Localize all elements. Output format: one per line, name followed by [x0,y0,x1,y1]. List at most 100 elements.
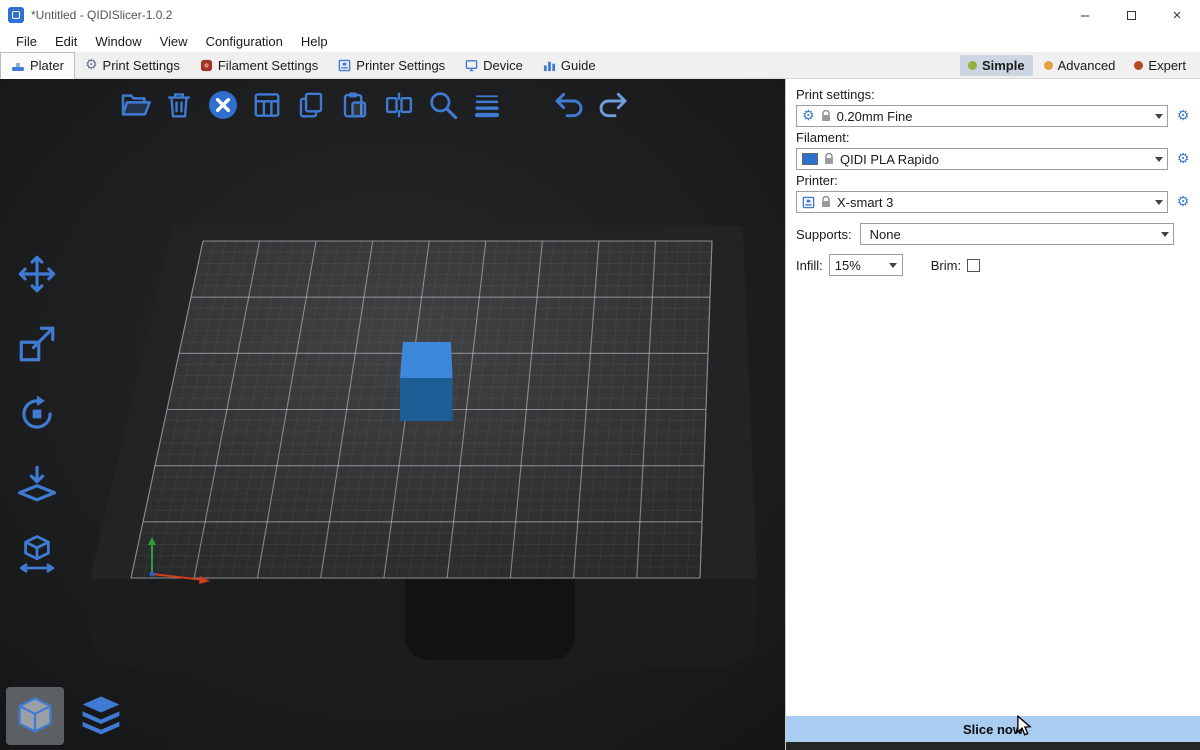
search-icon [427,89,459,121]
split-icon [384,90,414,120]
printer-icon [802,196,815,209]
tab-filament-settings[interactable]: Filament Settings [190,52,328,78]
close-button[interactable]: × [1154,0,1200,30]
minimize-button[interactable]: – [1062,0,1108,30]
mode-simple-label: Simple [982,58,1025,73]
menu-configuration[interactable]: Configuration [197,34,292,49]
layer-height-icon [472,90,502,120]
tab-device[interactable]: Device [455,52,533,78]
paste-button[interactable] [338,88,372,122]
measure-button[interactable] [13,531,61,577]
arrange-icon [252,90,282,120]
scale-icon [16,323,58,365]
scene-3d[interactable] [0,79,785,750]
arrange-button[interactable] [250,88,284,122]
delete-all-icon [207,89,239,121]
supports-combo[interactable]: None [860,223,1174,245]
menu-view[interactable]: View [151,34,197,49]
window-title: *Untitled - QIDISlicer-1.0.2 [31,8,172,22]
tab-plater[interactable]: Plater [0,52,75,79]
tab-guide-label: Guide [561,58,596,73]
preview-view-button[interactable] [72,687,130,745]
tab-printer-settings[interactable]: Printer Settings [328,52,455,78]
view-mode-buttons [6,687,130,745]
menubar: File Edit Window View Configuration Help [0,30,1200,52]
copy-button[interactable] [294,88,328,122]
tab-printer-settings-label: Printer Settings [356,58,445,73]
mode-expert-label: Expert [1148,58,1186,73]
tab-device-label: Device [483,58,523,73]
undo-button[interactable] [552,88,586,122]
slice-now-button[interactable]: Slice now [786,716,1200,742]
printer-combo[interactable]: X-smart 3 [796,191,1168,213]
delete-button[interactable] [162,88,196,122]
place-on-face-button[interactable] [13,461,61,507]
menu-edit[interactable]: Edit [46,34,86,49]
infill-combo[interactable]: 15% [829,254,903,276]
print-settings-gear-icon: ⚙ [85,58,98,72]
settings-sidebar: Print settings: ⚙ 0.20mm Fine ⚙ Filament… [785,79,1200,750]
menu-help[interactable]: Help [292,34,337,49]
chevron-down-icon [1150,192,1167,212]
print-profile-gear-icon: ⚙ [802,109,815,123]
print-settings-combo[interactable]: ⚙ 0.20mm Fine [796,105,1168,127]
brim-label: Brim: [931,258,961,273]
guide-bars-icon [543,59,556,72]
maximize-icon [1127,11,1136,20]
undo-icon [553,89,585,121]
tab-filament-settings-label: Filament Settings [218,58,318,73]
scale-button[interactable] [13,321,61,367]
print-settings-edit-button[interactable]: ⚙ [1174,109,1192,123]
mode-advanced[interactable]: Advanced [1036,55,1124,76]
tab-guide[interactable]: Guide [533,52,606,78]
redo-button[interactable] [596,88,630,122]
filament-combo[interactable]: QIDI PLA Rapido [796,148,1168,170]
tab-print-settings[interactable]: ⚙ Print Settings [75,52,190,78]
open-button[interactable] [118,88,152,122]
mode-simple[interactable]: Simple [960,55,1033,76]
measure-icon [16,533,58,575]
chevron-down-icon [1150,149,1167,169]
main-area: Print settings: ⚙ 0.20mm Fine ⚙ Filament… [0,79,1200,750]
preview-layers-icon [78,693,124,739]
split-button[interactable] [382,88,416,122]
editor-view-button[interactable] [6,687,64,745]
viewport-3d[interactable] [0,79,785,750]
open-icon [119,89,151,121]
print-settings-label: Print settings: [796,87,1192,102]
titlebar: *Untitled - QIDISlicer-1.0.2 – × [0,0,1200,30]
bottom-strip [786,742,1200,750]
mode-expert[interactable]: Expert [1126,55,1194,76]
maximize-button[interactable] [1108,0,1154,30]
filament-spool-icon [200,59,213,72]
menu-file[interactable]: File [7,34,46,49]
advanced-mode-dot-icon [1044,61,1053,70]
search-button[interactable] [426,88,460,122]
rotate-icon [16,393,58,435]
chevron-down-icon [1150,106,1167,126]
redo-icon [597,89,629,121]
printer-label: Printer: [796,173,1192,188]
delete-all-button[interactable] [206,88,240,122]
tabbar: Plater ⚙ Print Settings Filament Setting… [0,52,1200,79]
window-controls: – × [1062,0,1200,30]
move-button[interactable] [13,251,61,297]
editor-3d-cube-icon [13,694,57,738]
expert-mode-dot-icon [1134,61,1143,70]
top-toolbar [118,88,630,122]
filament-edit-button[interactable]: ⚙ [1174,152,1192,166]
lock-icon [821,110,831,122]
brim-checkbox[interactable] [967,259,980,272]
lock-icon [824,153,834,165]
chevron-down-icon [1156,224,1173,244]
supports-value: None [866,227,901,242]
simple-mode-dot-icon [968,61,977,70]
tab-plater-label: Plater [30,58,64,73]
layer-height-button[interactable] [470,88,504,122]
menu-window[interactable]: Window [86,34,150,49]
rotate-button[interactable] [13,391,61,437]
app-window: *Untitled - QIDISlicer-1.0.2 – × File Ed… [0,0,1200,750]
printer-edit-button[interactable]: ⚙ [1174,195,1192,209]
chevron-down-icon [885,255,902,275]
infill-label: Infill: [796,258,823,273]
